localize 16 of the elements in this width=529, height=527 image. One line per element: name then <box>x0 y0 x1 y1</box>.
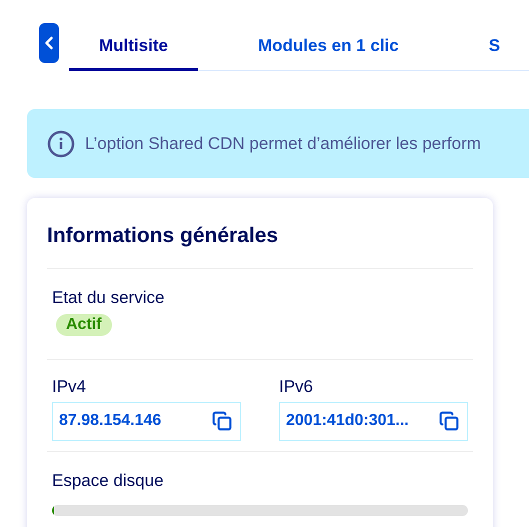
field-label: IPv4 <box>52 376 88 398</box>
tab[interactable]: Modules en 1 clic <box>228 32 429 71</box>
banner-text: L’option Shared CDN permet d’améliorer les perform <box>85 132 481 155</box>
info-icon <box>47 130 75 158</box>
copy-icon[interactable] <box>212 411 232 431</box>
field-label: IPv6 <box>279 376 314 398</box>
card-title: Informations générales <box>47 220 473 268</box>
field-label: Espace disque <box>52 470 165 492</box>
address-value: 87.98.154.146 <box>59 411 162 431</box>
field-label: Etat du service <box>52 286 166 308</box>
status-badge: Actif <box>56 314 112 336</box>
address-value: 2001:41d0:301... <box>286 411 409 431</box>
tab[interactable]: S <box>458 32 529 71</box>
tab[interactable]: Multisite <box>69 32 198 71</box>
copy-icon[interactable] <box>439 411 459 431</box>
back-button[interactable] <box>39 23 59 63</box>
